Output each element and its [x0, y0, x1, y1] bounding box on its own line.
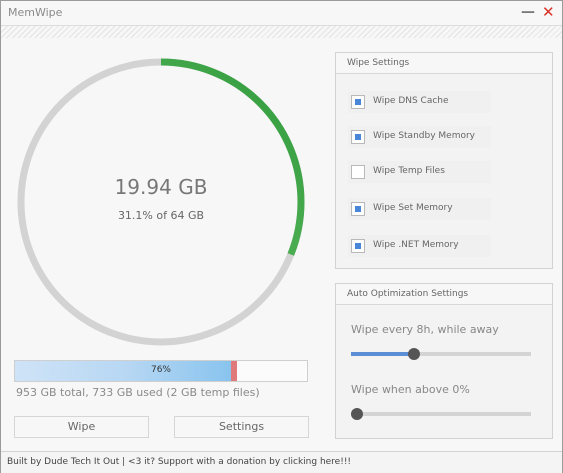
option-wipe-set-memory[interactable]: Wipe Set Memory [348, 198, 491, 220]
checkbox[interactable] [351, 130, 365, 144]
settings-button[interactable]: Settings [174, 416, 309, 438]
option-label: Wipe .NET Memory [373, 240, 459, 250]
option-wipe-standby-memory[interactable]: Wipe Standby Memory [348, 126, 491, 148]
title-separator [1, 25, 562, 38]
wipe-threshold-label: Wipe when above 0% [351, 383, 470, 396]
donation-link[interactable]: Built by Dude Tech It Out | <3 it? Suppo… [7, 457, 351, 467]
option-label: Wipe Temp Files [373, 166, 445, 176]
wipe-settings-panel: Wipe Settings Wipe DNS Cache Wipe Standb… [335, 52, 553, 269]
option-wipe-net-memory[interactable]: Wipe .NET Memory [348, 235, 491, 257]
checkbox[interactable] [351, 95, 365, 109]
close-button[interactable]: ✕ [542, 3, 555, 21]
slider-track [351, 412, 531, 416]
minimize-button[interactable]: — [521, 3, 535, 21]
wipe-threshold-slider[interactable] [351, 407, 531, 421]
auto-optimization-title: Auto Optimization Settings [347, 289, 469, 299]
title-bar: MemWipe — ✕ [1, 1, 562, 25]
memory-gauge: 19.94 GB 31.1% of 64 GB [16, 57, 306, 347]
option-label: Wipe Set Memory [373, 203, 453, 213]
disk-info-text: 953 GB total, 733 GB used (2 GB temp fil… [16, 386, 260, 399]
auto-optimization-header: Auto Optimization Settings [336, 284, 552, 305]
wipe-interval-label: Wipe every 8h, while away [351, 323, 499, 336]
window-title: MemWipe [8, 6, 63, 19]
checkbox[interactable] [351, 165, 365, 179]
auto-optimization-panel: Auto Optimization Settings Wipe every 8h… [335, 283, 553, 439]
memory-used-value: 19.94 GB [114, 175, 208, 199]
status-bar: Built by Dude Tech It Out | <3 it? Suppo… [1, 451, 562, 473]
memory-ring [17, 58, 305, 346]
wipe-interval-slider[interactable] [351, 347, 531, 361]
slider-fill [351, 352, 414, 356]
app-window: MemWipe — ✕ 19.94 GB 31.1% of 64 GB 76% … [0, 0, 563, 473]
option-label: Wipe Standby Memory [373, 131, 475, 141]
option-wipe-dns-cache[interactable]: Wipe DNS Cache [348, 91, 491, 113]
wipe-settings-header: Wipe Settings [336, 53, 552, 74]
disk-usage-label: 76% [150, 365, 171, 375]
memory-used-percent: 31.1% of 64 GB [117, 209, 205, 222]
slider-thumb[interactable] [351, 408, 363, 420]
option-wipe-temp-files[interactable]: Wipe Temp Files [348, 161, 491, 183]
disk-usage-bar: 76% [14, 360, 308, 382]
wipe-button[interactable]: Wipe [14, 416, 149, 438]
slider-thumb[interactable] [408, 348, 420, 360]
option-label: Wipe DNS Cache [373, 96, 449, 106]
checkbox[interactable] [351, 239, 365, 253]
wipe-settings-title: Wipe Settings [347, 58, 410, 68]
checkbox[interactable] [351, 202, 365, 216]
